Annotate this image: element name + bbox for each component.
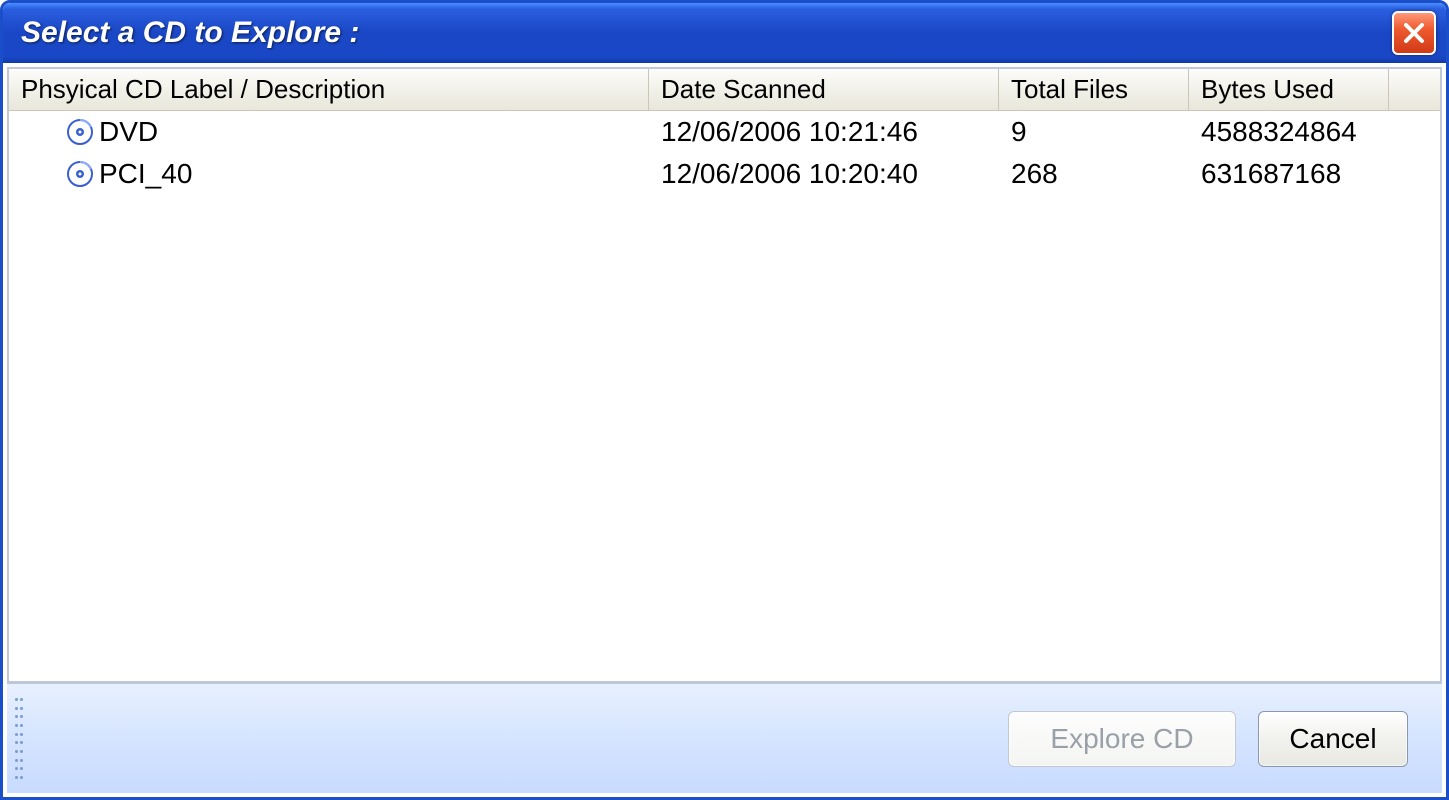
list-item[interactable]: PCI_40 12/06/2006 10:20:40 268 631687168 bbox=[9, 153, 1440, 195]
title-bar: Select a CD to Explore : bbox=[3, 3, 1446, 63]
toolbar-grip bbox=[15, 698, 25, 779]
cancel-button[interactable]: Cancel bbox=[1258, 711, 1408, 767]
column-header-label[interactable]: Phsyical CD Label / Description bbox=[9, 69, 649, 110]
cell-label: PCI_40 bbox=[99, 158, 192, 190]
column-headers: Phsyical CD Label / Description Date Sca… bbox=[9, 69, 1440, 111]
button-bar: Explore CD Cancel bbox=[7, 683, 1442, 793]
list-item[interactable]: DVD 12/06/2006 10:21:46 9 4588324864 bbox=[9, 111, 1440, 153]
cell-label: DVD bbox=[99, 116, 158, 148]
content-area: Phsyical CD Label / Description Date Sca… bbox=[7, 67, 1442, 793]
column-header-bytes-used[interactable]: Bytes Used bbox=[1189, 69, 1389, 110]
explore-cd-button[interactable]: Explore CD bbox=[1008, 711, 1236, 767]
cell-date-scanned: 12/06/2006 10:20:40 bbox=[649, 158, 999, 190]
window-title: Select a CD to Explore : bbox=[21, 16, 359, 50]
cd-list: Phsyical CD Label / Description Date Sca… bbox=[7, 67, 1442, 683]
close-button[interactable] bbox=[1392, 11, 1436, 55]
cell-total-files: 268 bbox=[999, 158, 1189, 190]
cd-icon bbox=[65, 159, 95, 189]
list-rows: DVD 12/06/2006 10:21:46 9 4588324864 bbox=[9, 111, 1440, 195]
column-header-date-scanned[interactable]: Date Scanned bbox=[649, 69, 999, 110]
cell-total-files: 9 bbox=[999, 116, 1189, 148]
cd-icon bbox=[65, 117, 95, 147]
column-header-total-files[interactable]: Total Files bbox=[999, 69, 1189, 110]
cell-bytes-used: 4588324864 bbox=[1189, 116, 1389, 148]
cell-bytes-used: 631687168 bbox=[1189, 158, 1389, 190]
dialog-window: Select a CD to Explore : Phsyical CD Lab… bbox=[0, 0, 1449, 800]
cell-date-scanned: 12/06/2006 10:21:46 bbox=[649, 116, 999, 148]
close-icon bbox=[1402, 21, 1426, 45]
column-header-spacer bbox=[1389, 69, 1440, 110]
